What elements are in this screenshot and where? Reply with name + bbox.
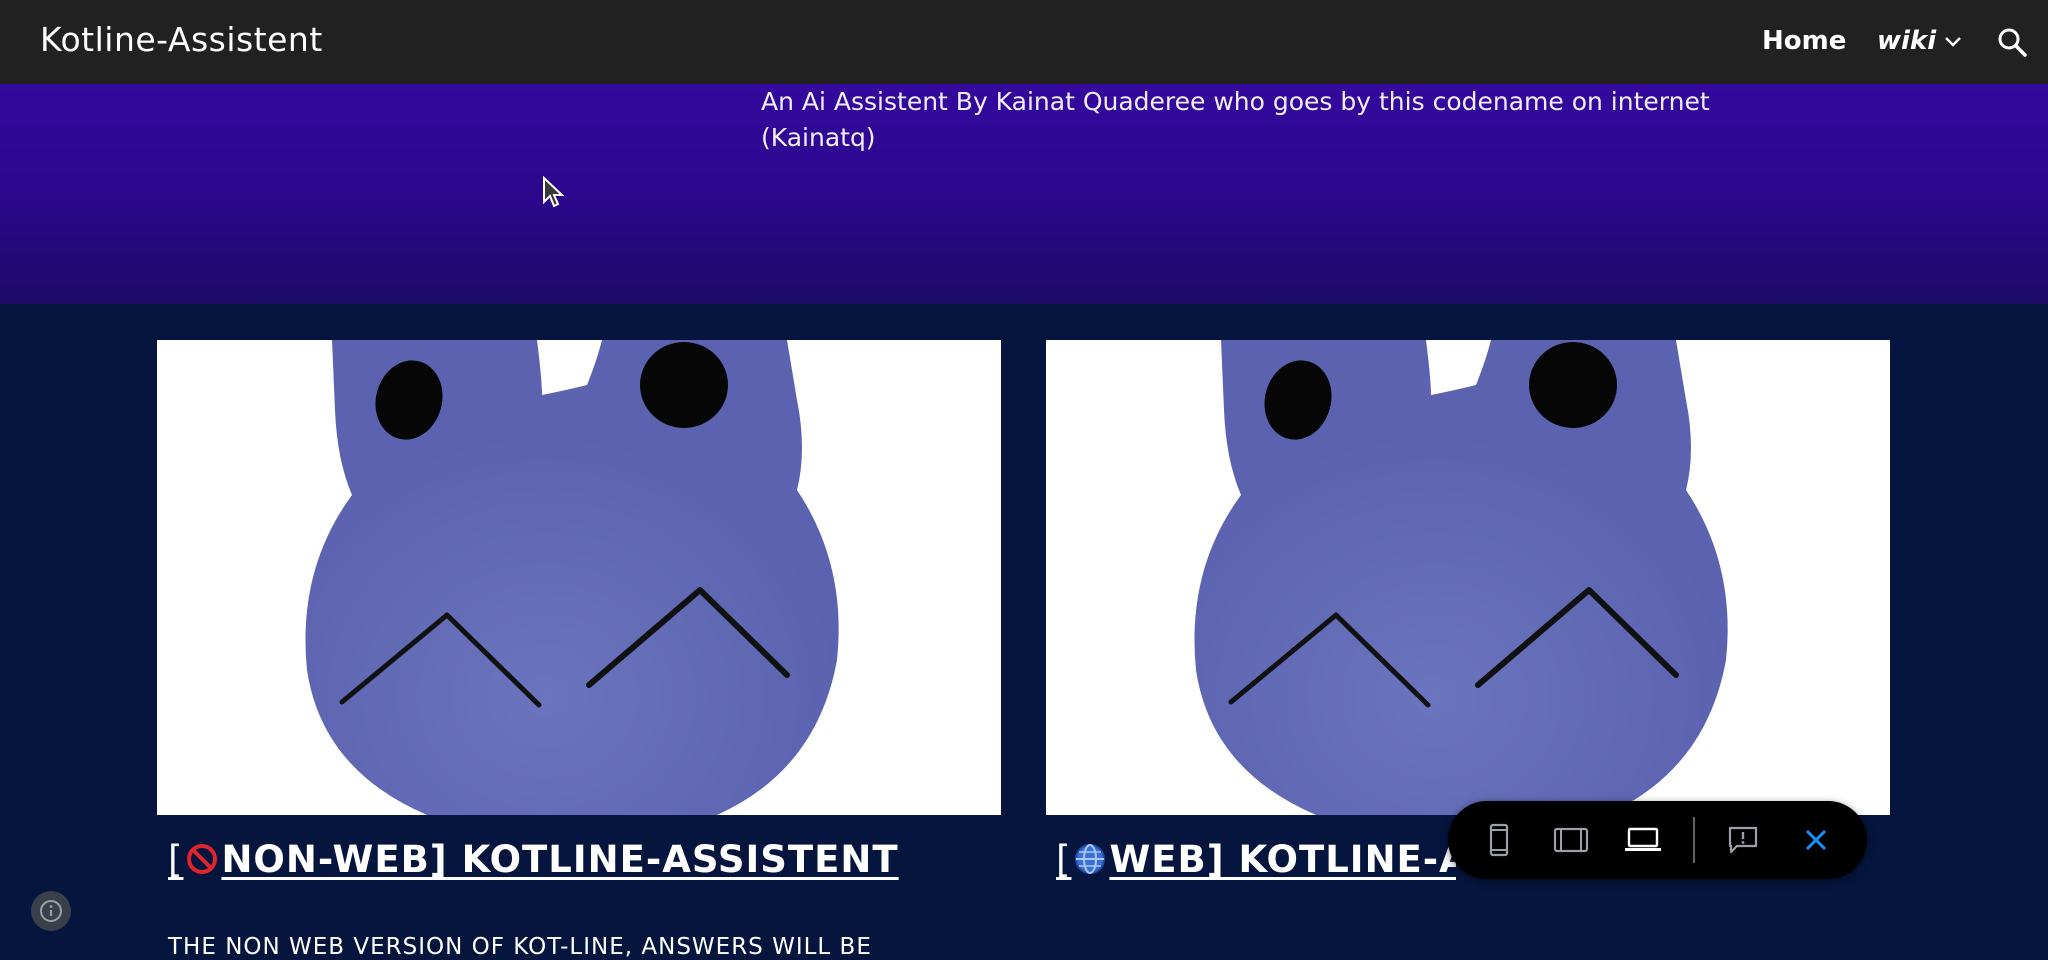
phone-icon [1489, 823, 1509, 857]
card-title-text: NON-WEB] KOTLINE-ASSISTENT [221, 838, 899, 881]
chevron-down-icon [1945, 37, 1962, 47]
search-button[interactable] [1996, 26, 2028, 58]
nav-wiki-dropdown[interactable]: wiki [1877, 26, 1962, 56]
laptop-preview-button[interactable] [1622, 819, 1664, 861]
card-title-web[interactable]: [ WEB] KOTLINE-ASSISTENT [1056, 838, 1456, 881]
globe-icon [1075, 844, 1106, 874]
search-icon [1998, 28, 2027, 57]
laptop-icon [1625, 827, 1661, 851]
close-preview-button[interactable] [1795, 819, 1837, 861]
hero-banner: An Ai Assistent By Kainat Quaderee who g… [0, 84, 2048, 304]
nav-wiki-label: wiki [1877, 26, 1937, 56]
card-description-non-web: THE NON WEB VERSION OF KOT-LINE, ANSWERS… [168, 934, 872, 960]
nav-home-link[interactable]: Home [1762, 26, 1846, 56]
title-bracket: [ [168, 838, 184, 881]
top-navigation-bar: Kotline-Assistent Home wiki [0, 0, 2048, 84]
tablet-preview-button[interactable] [1550, 819, 1592, 861]
frog-image [1046, 340, 1890, 815]
card-title-text: WEB] KOTLINE-ASSISTENT [1109, 838, 1456, 881]
site-title[interactable]: Kotline-Assistent [40, 20, 323, 59]
card-image-web[interactable] [1046, 340, 1890, 815]
prohibited-icon [187, 844, 218, 874]
preview-device-toolbar [1448, 801, 1867, 879]
card-image-non-web[interactable] [157, 340, 1001, 815]
frog-image [157, 340, 1001, 815]
phone-preview-button[interactable] [1478, 819, 1520, 861]
hero-description: An Ai Assistent By Kainat Quaderee who g… [761, 87, 1710, 152]
close-icon [1805, 829, 1827, 851]
site-info-button[interactable] [31, 891, 71, 931]
tablet-icon [1553, 827, 1589, 853]
info-icon [40, 900, 62, 922]
feedback-icon [1728, 826, 1758, 854]
card-title-non-web[interactable]: [ NON-WEB] KOTLINE-ASSISTENT [168, 838, 899, 881]
report-abuse-button[interactable] [1722, 819, 1764, 861]
mouse-cursor-icon [543, 176, 564, 208]
title-bracket: [ [1056, 838, 1072, 881]
toolbar-divider [1693, 817, 1695, 863]
